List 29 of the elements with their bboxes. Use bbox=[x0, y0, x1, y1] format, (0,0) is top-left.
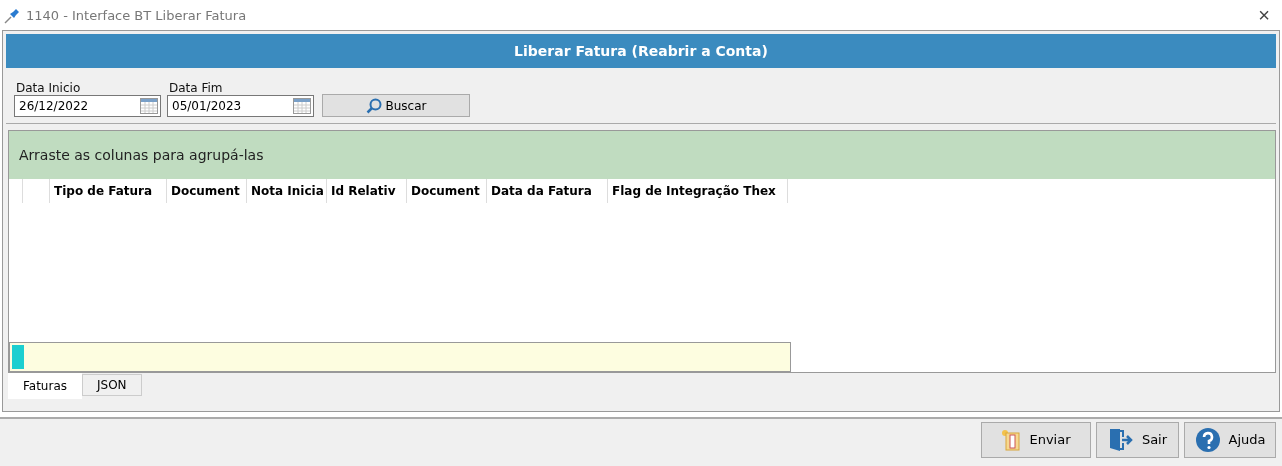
calendar-icon[interactable] bbox=[140, 98, 158, 114]
column-header[interactable]: Nota Inicia bbox=[247, 179, 327, 203]
column-header[interactable]: Flag de Integração Thex bbox=[608, 179, 788, 203]
help-button[interactable]: Ajuda bbox=[1184, 421, 1276, 458]
column-header[interactable]: Tipo de Fatura bbox=[50, 179, 167, 203]
tab[interactable]: Faturas bbox=[8, 373, 82, 399]
pin-icon bbox=[4, 6, 22, 24]
field-label: Data Inicio bbox=[16, 81, 82, 95]
column-header[interactable]: Id Relativ bbox=[327, 179, 407, 203]
search-icon bbox=[365, 97, 382, 114]
search-button[interactable]: Buscar bbox=[322, 94, 470, 117]
date-field[interactable]: 26/12/2022 bbox=[14, 95, 161, 117]
group-panel: Arraste as colunas para agrupá-las bbox=[9, 131, 1275, 179]
panel-header: Liberar Fatura (Reabrir a Conta) bbox=[6, 34, 1276, 68]
exit-button[interactable]: Sair bbox=[1096, 421, 1179, 458]
close-button[interactable]: × bbox=[1252, 5, 1276, 25]
door-exit-icon bbox=[1107, 427, 1134, 452]
column-header[interactable]: Document bbox=[167, 179, 247, 203]
tab[interactable]: JSON bbox=[82, 374, 142, 396]
send-button[interactable]: Enviar bbox=[981, 421, 1091, 458]
field-label: Data Fim bbox=[169, 81, 224, 95]
column-header[interactable]: Data da Fatura bbox=[487, 179, 608, 203]
clipboard-icon bbox=[1001, 428, 1022, 451]
date-field[interactable]: 05/01/2023 bbox=[167, 95, 314, 117]
column-header[interactable]: Document bbox=[407, 179, 487, 203]
footer-indicator bbox=[12, 345, 24, 369]
help-icon bbox=[1194, 426, 1221, 453]
window-title: 1140 - Interface BT Liberar Fatura bbox=[26, 7, 248, 23]
calendar-icon[interactable] bbox=[293, 98, 311, 114]
